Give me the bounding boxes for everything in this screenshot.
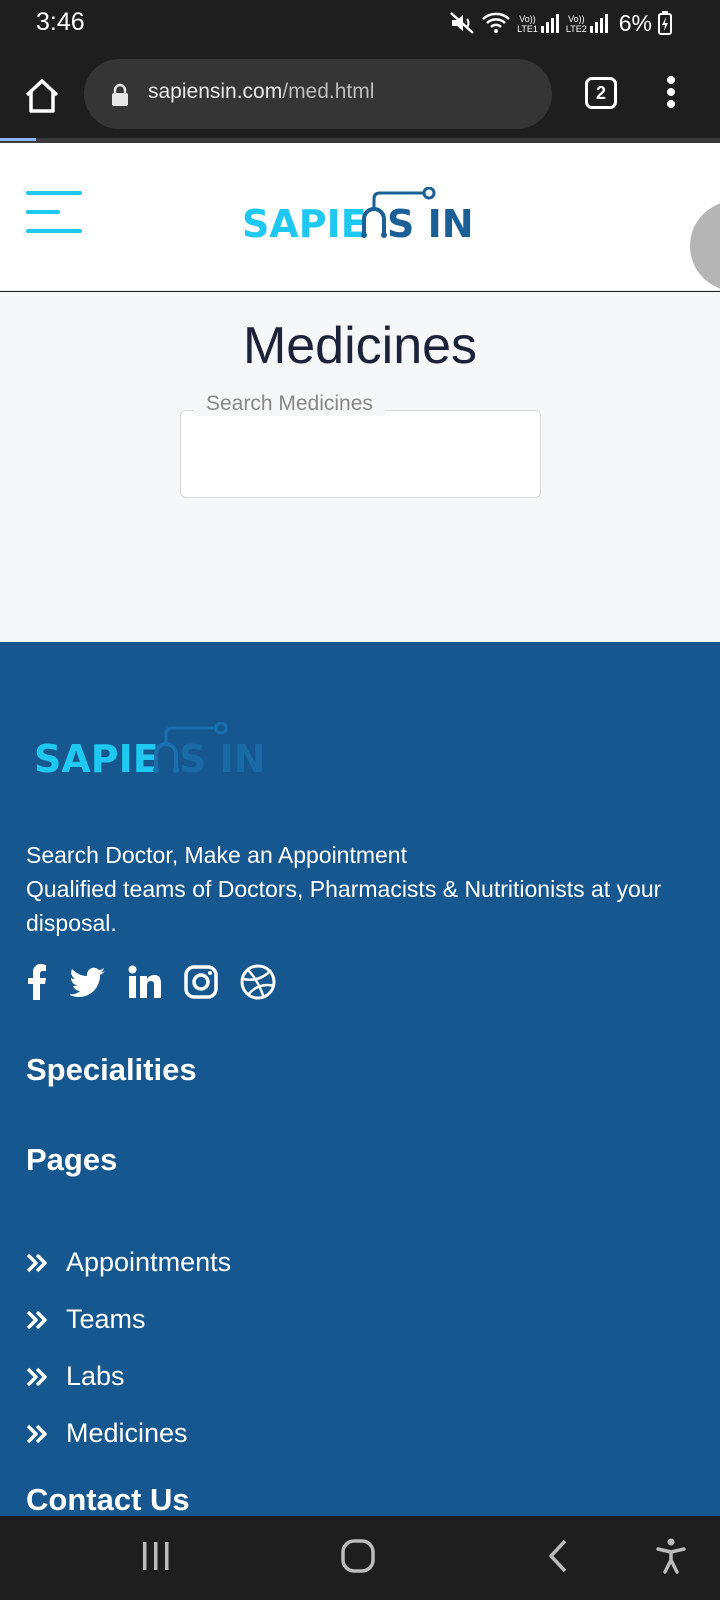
signal-icon [540,14,559,33]
status-icons: Vo)) LTE1 Vo)) LTE2 6% [449,8,672,38]
instagram-icon[interactable] [184,965,218,999]
svg-text:S IN: S IN [387,202,474,246]
linkedin-icon[interactable] [128,965,162,999]
system-nav-bar [0,1516,720,1600]
battery-charging-icon [658,11,672,35]
accessibility-icon[interactable] [656,1538,686,1574]
lock-icon [112,83,128,106]
specialities-heading: Specialities [26,1052,197,1087]
facebook-icon[interactable] [26,964,48,1000]
search-medicines-input[interactable] [180,410,541,498]
mute-icon [450,12,474,34]
scroll-handle[interactable] [690,201,720,290]
pages-heading: Pages [26,1142,118,1177]
home-nav-icon[interactable] [340,1538,376,1574]
tab-switcher-button[interactable]: 2 [585,77,617,109]
footer-link-teams[interactable]: Teams [26,1291,231,1348]
footer-desc-line2: Qualified teams of Doctors, Pharmacists … [26,876,662,936]
hamburger-menu-icon[interactable] [26,191,82,233]
address-bar[interactable]: sapiensin.com/med.html [84,59,552,129]
footer-logo[interactable]: SAPIE S IN [34,722,274,782]
recent-apps-icon[interactable] [140,1538,172,1574]
footer-link-label: Medicines [66,1418,188,1448]
main-content: Medicines Search Medicines [0,292,720,642]
double-chevron-right-icon [26,1253,52,1273]
footer-desc-line1: Search Doctor, Make an Appointment [26,842,407,868]
signal-icon [589,14,608,33]
footer-pages-list: Appointments Teams Labs Medicines [26,1234,231,1462]
svg-text:SAPIE: SAPIE [242,202,367,246]
footer-link-labs[interactable]: Labs [26,1348,231,1405]
browser-toolbar: sapiensin.com/med.html 2 [0,48,720,138]
more-menu-icon[interactable] [662,76,680,112]
battery-percent: 6% [618,9,652,36]
home-icon[interactable] [22,76,62,116]
search-medicines-label: Search Medicines [194,392,385,416]
svg-text:S IN: S IN [179,737,266,781]
svg-text:SAPIE: SAPIE [34,737,159,781]
footer-link-label: Appointments [66,1247,232,1277]
double-chevron-right-icon [26,1367,52,1387]
url-text: sapiensin.com/med.html [148,80,375,103]
status-time: 3:46 [36,8,85,36]
social-links [26,964,276,1000]
dribbble-icon[interactable] [240,964,276,1000]
sim2-indicator: Vo)) LTE2 [566,12,609,34]
double-chevron-right-icon [26,1424,52,1444]
twitter-icon[interactable] [70,967,106,997]
sim1-indicator: Vo)) LTE1 [517,12,560,34]
wifi-icon [482,12,510,33]
back-icon[interactable] [546,1538,570,1574]
site-footer: SAPIE S IN Search Doctor, Make an Appoin… [0,642,720,1516]
site-header: SAPIE S IN [0,143,720,291]
contact-us-heading: Contact Us [26,1482,190,1516]
footer-link-label: Labs [66,1361,125,1391]
site-logo[interactable]: SAPIE S IN [242,187,482,247]
footer-link-appointments[interactable]: Appointments [26,1234,231,1291]
double-chevron-right-icon [26,1310,52,1330]
footer-description: Search Doctor, Make an Appointment Quali… [26,838,696,940]
footer-link-medicines[interactable]: Medicines [26,1405,231,1462]
page-title: Medicines [242,317,478,375]
status-bar: 3:46 Vo)) LTE1 Vo)) LTE2 6% [0,0,720,48]
footer-link-label: Teams [66,1304,146,1334]
